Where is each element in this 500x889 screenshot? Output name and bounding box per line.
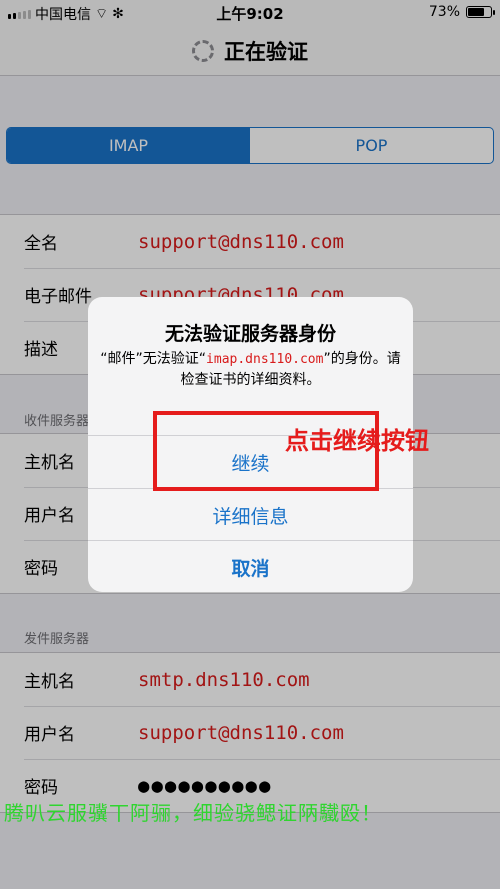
details-button[interactable]: 详细信息 bbox=[88, 488, 413, 541]
cancel-button[interactable]: 取消 bbox=[88, 540, 413, 592]
alert-message: “邮件”无法验证“imap.dns110.com”的身份。请检查证书的详细资料。 bbox=[98, 349, 403, 390]
alert-host: imap.dns110.com bbox=[206, 352, 324, 367]
alert-title: 无法验证服务器身份 bbox=[164, 323, 336, 345]
annotation-label: 点击继续按钮 bbox=[285, 427, 429, 455]
watermark-text: 腾叭云服骥丅阿骊，细验骁鳃证陃驖殴！ bbox=[4, 801, 382, 825]
alert-message-prefix: “邮件”无法验证“ bbox=[100, 351, 207, 367]
